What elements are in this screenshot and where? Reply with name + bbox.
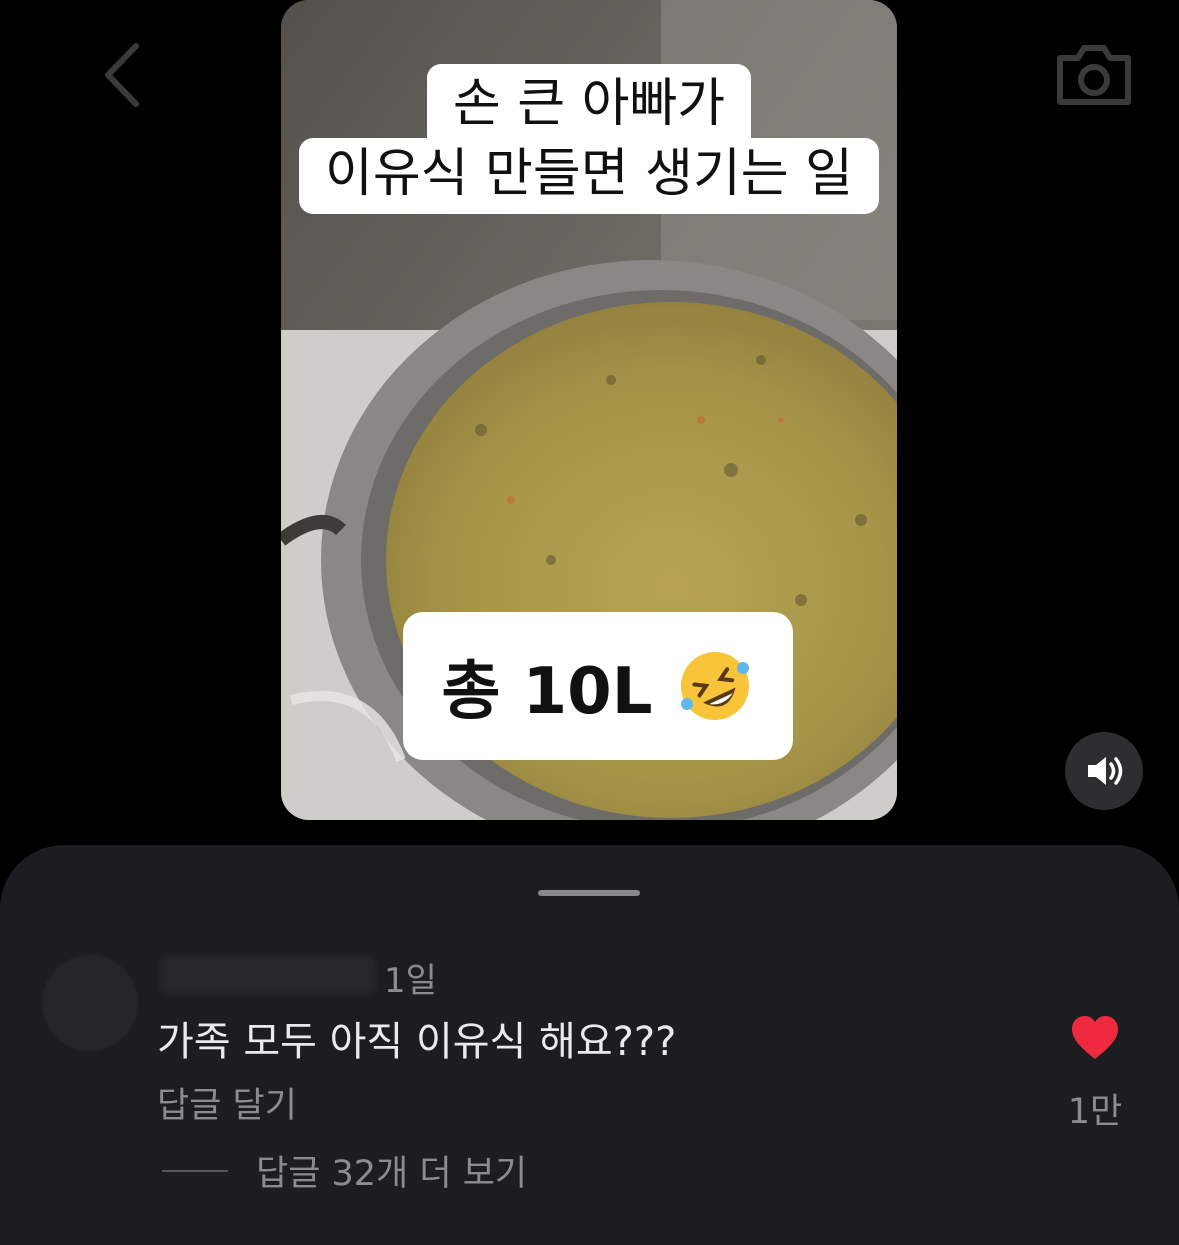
comments-sheet[interactable]: 1일 가족 모두 아직 이유식 해요??? 답글 달기 1만 답글 32개 더 … xyxy=(0,845,1179,1245)
sound-toggle-button[interactable] xyxy=(1065,732,1143,810)
view-more-replies-label: 답글 32개 더 보기 xyxy=(256,1154,528,1194)
chevron-left-icon xyxy=(105,43,139,107)
video-player[interactable]: 손 큰 아빠가 이유식 만들면 생기는 일 총 10L xyxy=(281,0,897,820)
caption-line-2: 이유식 만들면 생기는 일 xyxy=(299,138,879,214)
speaker-icon xyxy=(1088,757,1123,785)
caption-top: 손 큰 아빠가 이유식 만들면 생기는 일 xyxy=(281,64,897,214)
comment-username-blurred[interactable] xyxy=(160,955,375,995)
comment-text: 가족 모두 아직 이유식 해요??? xyxy=(157,1019,677,1065)
like-count: 1만 xyxy=(1067,1092,1123,1132)
sheet-drag-handle[interactable] xyxy=(538,890,640,896)
caption-volume-text: 총 10L xyxy=(441,655,653,729)
rolling-on-floor-laughing-icon xyxy=(675,646,755,726)
view-more-replies-button[interactable]: 답글 32개 더 보기 xyxy=(162,1145,527,1196)
heart-icon xyxy=(1072,1016,1118,1059)
reply-button[interactable]: 답글 달기 xyxy=(157,1077,297,1128)
avatar[interactable] xyxy=(42,955,138,1051)
like-button[interactable] xyxy=(1068,1011,1122,1065)
camera-icon xyxy=(1057,45,1131,105)
back-button[interactable] xyxy=(92,40,152,110)
caption-line-1: 손 큰 아빠가 xyxy=(426,64,752,138)
divider xyxy=(162,1169,228,1172)
caption-bottom: 총 10L xyxy=(403,612,793,760)
camera-button[interactable] xyxy=(1052,36,1136,112)
comment-time: 1일 xyxy=(384,961,437,1001)
